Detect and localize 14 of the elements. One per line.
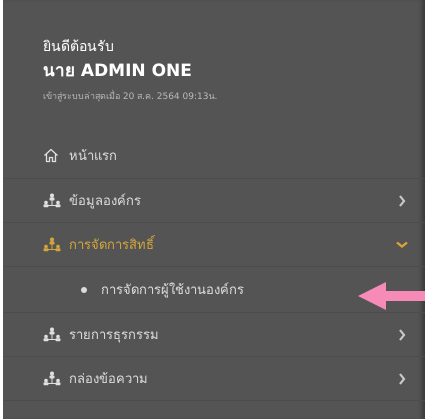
hierarchy-icon [43,193,61,208]
last-login-text: เข้าสู่ระบบล่าสุดเมื่อ 20 ส.ค. 2564 09:13น. [43,87,425,107]
home-icon [43,148,59,163]
menu-item[interactable]: ข้อมูลองค์กร [3,179,425,223]
menu-item[interactable]: การจัดการสิทธิ์ [3,223,425,267]
user-name: นาย ADMIN ONE [43,60,193,83]
menu-item[interactable]: หน้าแรก [3,133,425,179]
hierarchy-icon [43,237,61,252]
menu-item[interactable]: รายการธุรกรรม [3,313,425,357]
hierarchy-icon [43,371,61,386]
hierarchy-icon [43,327,61,342]
welcome-text: ยินดีต้อนรับ [43,38,115,57]
menu-item[interactable]: กล่องข้อความ [3,357,425,401]
pointer-arrow [358,281,425,311]
